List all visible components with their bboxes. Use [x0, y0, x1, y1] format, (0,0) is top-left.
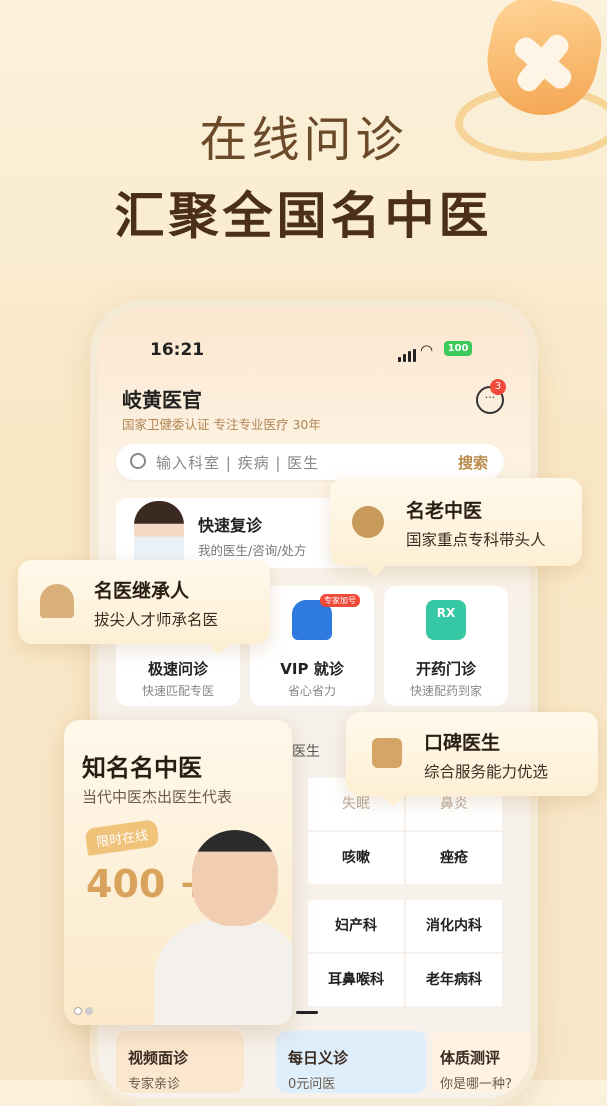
grid-cell[interactable]: 痤疮: [406, 832, 502, 884]
search-icon: [130, 453, 146, 469]
bubble-subtitle: 综合服务能力优选: [424, 763, 549, 781]
message-badge: 3: [490, 379, 506, 395]
service-title: 开药门诊: [415, 660, 476, 678]
bubble-reputation: 口碑医生 综合服务能力优选: [346, 712, 598, 796]
card-title: 每日义诊: [288, 1049, 349, 1067]
card-title: 体质测评: [440, 1049, 501, 1067]
doctor-avatar: [134, 501, 184, 565]
grid-cell[interactable]: 妇产科: [308, 900, 404, 952]
doctor-portrait: [192, 830, 278, 926]
grid-cell[interactable]: 老年病科: [406, 954, 502, 1006]
quick-revisit-subtitle: 我的医生/咨询/处方: [198, 543, 307, 558]
quick-revisit-title: 快速复诊: [198, 516, 263, 535]
carousel-dots: [74, 1000, 96, 1019]
bubble-subtitle: 国家重点专科带头人: [406, 531, 546, 549]
bubble-title: 口碑医生: [424, 732, 501, 754]
hero-title: 在线问诊: [199, 112, 408, 168]
service-title: 极速问诊: [147, 660, 208, 678]
famous-subtitle: 当代中医杰出医生代表: [82, 788, 233, 806]
rx-icon: RX: [426, 600, 466, 640]
famous-doctor-card[interactable]: 知名名中医 当代中医杰出医生代表 限时在线 400 +: [64, 720, 292, 1025]
online-tag: 限时在线: [84, 819, 160, 856]
app-tagline: 国家卫健委认证 专注专业医疗 30年: [122, 417, 321, 432]
page-indicator: [296, 1011, 318, 1014]
medal-icon: [352, 506, 384, 538]
hero-subtitle: 汇聚全国名中医: [114, 187, 493, 245]
card-subtitle: 你是哪一种?: [440, 1077, 512, 1092]
bubble-inheritor: 名医继承人 拔尖人才师承名医: [18, 560, 270, 644]
service-subtitle: 省心省力: [287, 684, 336, 698]
service-title: VIP 就诊: [280, 660, 344, 678]
card-subtitle: 0元问医: [288, 1077, 336, 1092]
constitution-test-card[interactable]: 体质测评 你是哪一种?: [432, 1031, 530, 1093]
daily-free-consult-card[interactable]: 每日义诊 0元问医: [276, 1031, 426, 1093]
bubble-title: 名医继承人: [94, 580, 190, 602]
grid-cell[interactable]: 耳鼻喉科: [308, 954, 404, 1006]
search-button[interactable]: 搜索: [458, 452, 488, 473]
service-prescription[interactable]: RX 开药门诊 快速配药到家: [384, 586, 508, 706]
bubble-title: 名老中医: [406, 500, 483, 522]
status-time: 16:21: [150, 340, 205, 360]
card-subtitle: 专家亲诊: [128, 1077, 181, 1092]
grid-cell[interactable]: 咳嗽: [308, 832, 404, 884]
service-subtitle: 快速匹配专医: [141, 684, 214, 698]
search-bar[interactable]: 输入科室 | 疾病 | 医生 搜索: [116, 444, 504, 480]
category-grid: 失眠 鼻炎 咳嗽 痤疮 妇产科 消化内科 耳鼻喉科 老年病科: [308, 778, 504, 1006]
signal-icon: [398, 343, 418, 362]
famous-title: 知名名中医: [82, 754, 202, 782]
battery-icon: 100: [444, 341, 472, 356]
bubble-subtitle: 拔尖人才师承名医: [94, 611, 219, 629]
doctor-body: [154, 920, 292, 1025]
service-subtitle: 快速配药到家: [409, 684, 482, 698]
search-input[interactable]: 输入科室 | 疾病 | 医生: [156, 452, 319, 473]
bubble-famous-old-doctor: 名老中医 国家重点专科带头人: [330, 478, 582, 566]
video-consult-card[interactable]: 视频面诊 专家亲诊: [116, 1031, 244, 1093]
doctor-icon: [40, 584, 74, 618]
wifi-icon: ◠: [420, 341, 434, 359]
grid-cell[interactable]: 消化内科: [406, 900, 502, 952]
thumbs-up-icon: [372, 738, 402, 768]
card-title: 视频面诊: [128, 1049, 189, 1067]
vip-tag: 专家加号: [320, 594, 360, 607]
app-name: 岐黄医官: [122, 388, 202, 412]
